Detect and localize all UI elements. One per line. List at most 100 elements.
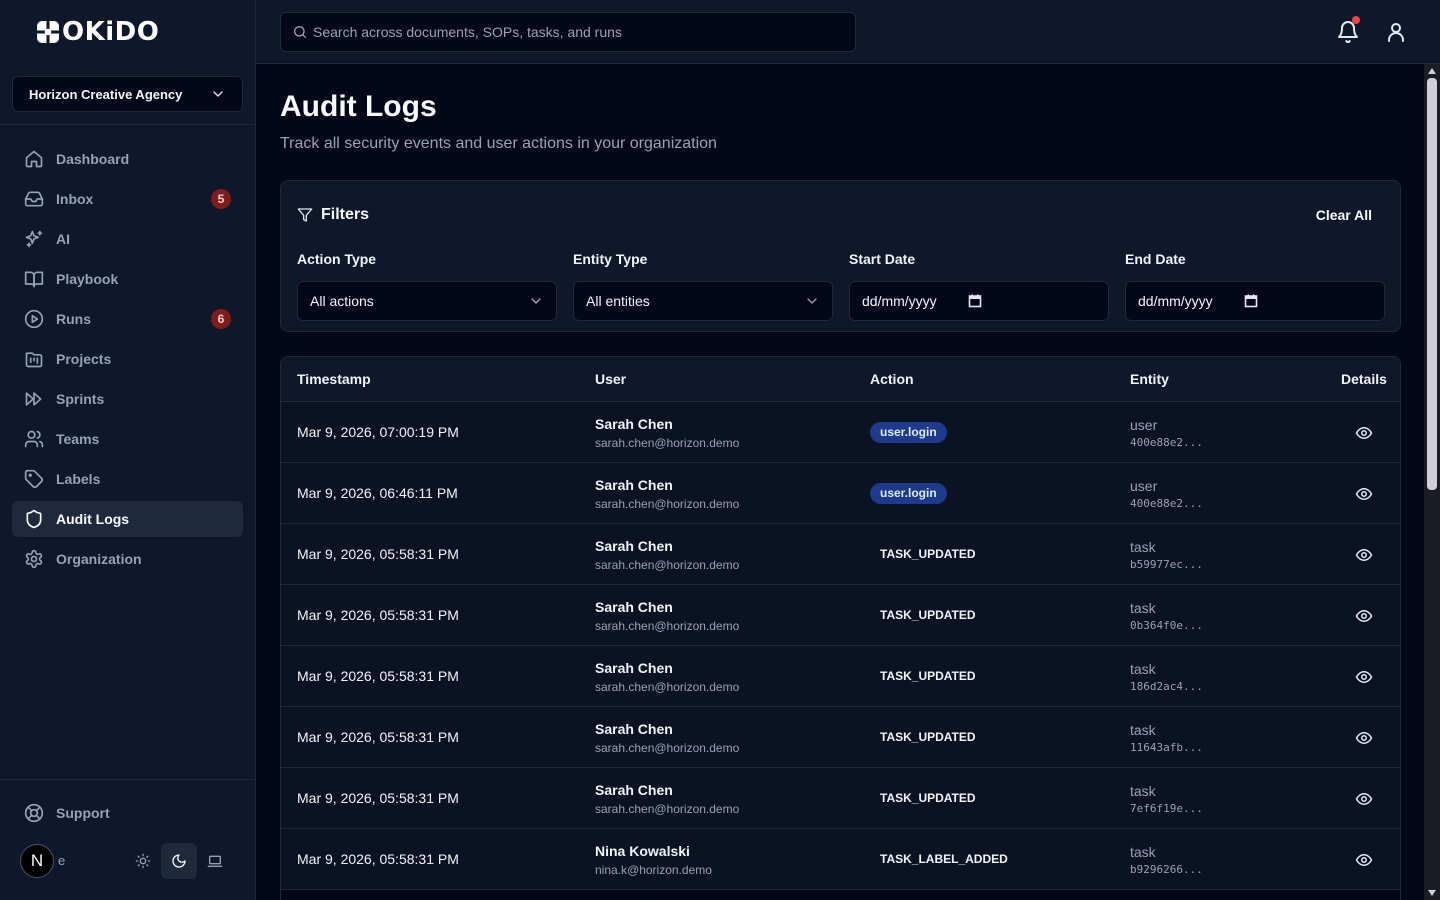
entity-type-filter: Entity Type All entities — [573, 251, 833, 321]
user-email: sarah.chen@horizon.demo — [595, 497, 740, 511]
support-label: Support — [56, 805, 110, 821]
notification-dot — [1352, 16, 1360, 24]
sidebar-item-sprints[interactable]: Sprints — [12, 381, 243, 417]
user-email: sarah.chen@horizon.demo — [595, 741, 740, 755]
eye-icon — [1355, 488, 1373, 500]
sidebar-item-label: Teams — [56, 431, 100, 447]
sidebar-item-audit-logs[interactable]: Audit Logs — [12, 501, 243, 537]
light-theme-button[interactable] — [125, 843, 161, 879]
system-theme-button[interactable] — [197, 843, 233, 879]
eye-icon — [1355, 854, 1373, 866]
global-search[interactable] — [280, 12, 856, 52]
play-circle-icon — [24, 309, 44, 329]
action-text: TASK_UPDATED — [880, 547, 976, 561]
action-type-filter: Action Type All actions — [297, 251, 557, 321]
entity-type-select[interactable]: All entities — [573, 281, 833, 321]
column-details: Details — [1341, 371, 1387, 387]
scroll-up-arrow[interactable] — [1424, 64, 1440, 78]
user-name: Sarah Chen — [595, 538, 673, 554]
sidebar-item-playbook[interactable]: Playbook — [12, 261, 243, 297]
entity-type: task — [1130, 722, 1156, 738]
calendar-icon[interactable] — [968, 294, 982, 308]
chevron-down-icon — [531, 298, 541, 304]
table-row: Mar 9, 2026, 07:00:19 PM Sarah Chen sarah.… — [281, 402, 1400, 463]
user-avatar[interactable]: N — [20, 844, 54, 878]
filters-title: Filters — [321, 206, 370, 223]
sidebar-item-ai[interactable]: AI — [12, 221, 243, 257]
start-date-value: dd/mm/yyyy — [862, 293, 937, 309]
view-details-button[interactable] — [1355, 668, 1373, 686]
calendar-icon[interactable] — [1244, 294, 1258, 308]
scroll-down-arrow[interactable] — [1424, 886, 1440, 900]
sidebar-item-organization[interactable]: Organization — [12, 541, 243, 577]
user-menu-button[interactable] — [1384, 20, 1408, 44]
laptop-icon — [207, 855, 223, 867]
sidebar-item-labels[interactable]: Labels — [12, 461, 243, 497]
timestamp-cell: Mar 9, 2026, 05:58:31 PM — [297, 790, 459, 806]
action-type-value: All actions — [310, 293, 374, 309]
eye-icon — [1355, 671, 1373, 683]
sidebar-item-runs[interactable]: Runs 6 — [12, 301, 243, 337]
entity-type: task — [1130, 844, 1156, 860]
action-badge: user.login — [870, 422, 947, 443]
start-date-input[interactable]: dd/mm/yyyy — [849, 281, 1109, 321]
page-scrollbar[interactable] — [1424, 64, 1440, 900]
sidebar-divider — [0, 124, 256, 125]
entity-type: task — [1130, 539, 1156, 555]
timestamp-cell: Mar 9, 2026, 05:58:31 PM — [297, 546, 459, 562]
chevron-down-icon — [807, 298, 817, 304]
moon-icon — [172, 854, 186, 868]
search-input[interactable] — [313, 24, 844, 40]
inbox-icon — [24, 191, 44, 207]
user-name: Nina Kowalski — [595, 843, 690, 859]
top-bar — [256, 0, 1440, 64]
okido-logo[interactable]: OKiDO — [36, 18, 159, 46]
page-subtitle: Track all security events and user actio… — [280, 135, 717, 152]
entity-type-label: Entity Type — [573, 251, 648, 267]
table-row: Mar 9, 2026, 05:58:31 PM Sarah Chen sarah.… — [281, 646, 1400, 707]
main-content: Audit Logs Track all security events and… — [256, 64, 1424, 900]
entity-id: 186d2ac4... — [1130, 680, 1203, 693]
action-type-select[interactable]: All actions — [297, 281, 557, 321]
view-details-button[interactable] — [1355, 851, 1373, 869]
sidebar-item-label: Playbook — [56, 271, 119, 287]
start-date-filter: Start Date dd/mm/yyyy — [849, 251, 1109, 321]
view-details-button[interactable] — [1355, 607, 1373, 625]
filters-panel: Filters Clear All Action Type All action… — [280, 180, 1401, 332]
notifications-button[interactable] — [1336, 16, 1360, 44]
sidebar-item-teams[interactable]: Teams — [12, 421, 243, 457]
support-link[interactable]: Support — [24, 803, 110, 823]
action-badge: user.login — [870, 483, 947, 504]
table-row: Mar 9, 2026, 06:46:11 PM Sarah Chen sarah.… — [281, 463, 1400, 524]
page-title: Audit Logs — [280, 90, 437, 123]
clear-all-button[interactable]: Clear All — [1316, 207, 1372, 223]
end-date-filter: End Date dd/mm/yyyy — [1125, 251, 1385, 321]
view-details-button[interactable] — [1355, 424, 1373, 442]
user-name: Sarah Chen — [595, 660, 673, 676]
view-details-button[interactable] — [1355, 485, 1373, 503]
brand-name: OKiDO — [62, 17, 160, 47]
entity-type-value: All entities — [586, 293, 650, 309]
user-name-fragment: e — [58, 853, 66, 868]
column-user: User — [595, 371, 627, 387]
eye-icon — [1355, 610, 1373, 622]
start-date-label: Start Date — [849, 251, 916, 267]
user-name: Sarah Chen — [595, 782, 673, 798]
end-date-input[interactable]: dd/mm/yyyy — [1125, 281, 1385, 321]
dark-theme-button[interactable] — [161, 843, 197, 879]
runs-count-badge: 6 — [211, 309, 231, 329]
sidebar-item-dashboard[interactable]: Dashboard — [12, 141, 243, 177]
sidebar-item-projects[interactable]: Projects — [12, 341, 243, 377]
table-row: Mar 9, 2026, 05:58:31 PM Sarah Chen sarah.… — [281, 585, 1400, 646]
organization-switcher[interactable]: Horizon Creative Agency — [12, 76, 243, 112]
shield-icon — [26, 509, 42, 529]
view-details-button[interactable] — [1355, 546, 1373, 564]
column-timestamp: Timestamp — [297, 371, 371, 387]
sidebar-item-inbox[interactable]: Inbox 5 — [12, 181, 243, 217]
view-details-button[interactable] — [1355, 790, 1373, 808]
user-email: sarah.chen@horizon.demo — [595, 680, 740, 694]
entity-type: user — [1130, 417, 1158, 433]
user-email: sarah.chen@horizon.demo — [595, 619, 740, 633]
scrollbar-thumb[interactable] — [1427, 78, 1437, 490]
view-details-button[interactable] — [1355, 729, 1373, 747]
